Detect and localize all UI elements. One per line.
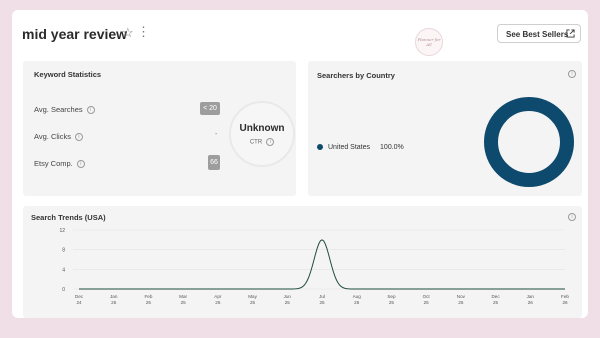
see-best-sellers-label: See Best Sellers — [506, 30, 569, 39]
searchers-by-country-panel: Searchers by Country i United States 100.… — [308, 61, 582, 196]
x-tick-label-year: 25 — [354, 300, 360, 305]
x-tick-label-year: 25 — [111, 300, 117, 305]
info-icon[interactable]: i — [76, 160, 85, 169]
info-icon[interactable]: i — [74, 133, 83, 142]
y-tick-label: 0 — [62, 287, 65, 293]
x-tick-label: Sep — [387, 294, 396, 299]
x-tick-label-year: 25 — [215, 300, 221, 305]
trend-series-line — [79, 239, 565, 290]
search-trends-panel: Search Trends (USA) i 0 4 8 12 Dec 24 Jan 25 Feb… — [23, 206, 582, 318]
x-tick-label: Jul — [319, 294, 325, 299]
x-tick-label: Jan — [527, 294, 535, 299]
x-tick-label-year: 25 — [424, 300, 430, 305]
y-tick-label: 8 — [62, 248, 65, 254]
info-icon[interactable]: i — [86, 106, 95, 115]
x-tick-label-year: 25 — [458, 300, 464, 305]
country-pct: 100.0% — [380, 144, 404, 151]
x-tick-label: Aug — [353, 294, 362, 299]
shop-logo: Planner for All — [415, 28, 443, 56]
x-tick-label: Feb — [561, 294, 569, 299]
external-link-icon — [566, 29, 575, 38]
x-tick-label-year: 25 — [146, 300, 152, 305]
y-tick-label: 12 — [59, 228, 65, 234]
ctr-circle: Unknown CTR i — [229, 101, 295, 167]
x-tick-label: Dec — [491, 294, 500, 299]
see-best-sellers-button[interactable]: See Best Sellers — [497, 24, 581, 43]
vertical-dots-icon[interactable]: ⋮ — [137, 24, 150, 40]
x-tick-label-year: 25 — [319, 300, 325, 305]
x-tick-label: Feb — [144, 294, 152, 299]
avg-clicks-label: Avg. Clicks i — [34, 132, 83, 142]
x-tick-label-year: 25 — [250, 300, 256, 305]
x-tick-label: Jun — [284, 294, 292, 299]
keyword-statistics-panel: Keyword Statistics Avg. Searches i < 20 A… — [23, 61, 296, 196]
x-tick-label: Jan — [110, 294, 118, 299]
avg-clicks-value: - — [215, 131, 218, 138]
country-donut-chart — [484, 97, 574, 187]
info-icon[interactable]: i — [568, 70, 576, 78]
country-legend-item: United States 100.0% — [317, 144, 404, 151]
x-tick-label: May — [248, 294, 257, 299]
keyword-statistics-title: Keyword Statistics — [34, 70, 102, 79]
x-tick-label-year: 25 — [493, 300, 499, 305]
avg-searches-badge: < 20 — [200, 102, 220, 115]
page-title: mid year review — [22, 26, 128, 42]
x-tick-label-year: 25 — [389, 300, 395, 305]
searchers-by-country-title: Searchers by Country — [317, 71, 395, 80]
y-tick-label: 4 — [62, 267, 65, 273]
x-tick-label: Dec — [75, 294, 84, 299]
x-tick-label: Apr — [214, 294, 222, 299]
donut-slice-united-states — [484, 97, 574, 187]
legend-dot — [317, 144, 323, 151]
logo-text: Planner for All — [417, 37, 441, 47]
info-icon[interactable]: i — [266, 138, 275, 146]
x-tick-label-year: 25 — [181, 300, 187, 305]
x-tick-label: Mar — [179, 294, 187, 299]
etsy-comp-badge: 66 — [208, 155, 220, 170]
avg-searches-label: Avg. Searches i — [34, 105, 95, 115]
x-tick-label: Oct — [423, 294, 431, 299]
dashboard-card: mid year review ☆ ⋮ Planner for All See … — [12, 10, 588, 318]
x-tick-label-year: 26 — [562, 300, 568, 305]
x-tick-label-year: 26 — [528, 300, 534, 305]
star-outline-icon[interactable]: ☆ — [122, 25, 134, 41]
ctr-value: Unknown — [239, 123, 285, 134]
etsy-comp-label: Etsy Comp. i — [34, 159, 85, 169]
x-tick-label-year: 24 — [76, 300, 82, 305]
x-tick-label-year: 25 — [285, 300, 291, 305]
search-trends-chart: 04812Dec24Jan25Feb25Mar25Apr25May25Jun25… — [59, 228, 569, 305]
country-name: United States — [328, 144, 371, 151]
x-tick-label: Nov — [457, 294, 466, 299]
ctr-label: CTR i — [231, 138, 293, 146]
